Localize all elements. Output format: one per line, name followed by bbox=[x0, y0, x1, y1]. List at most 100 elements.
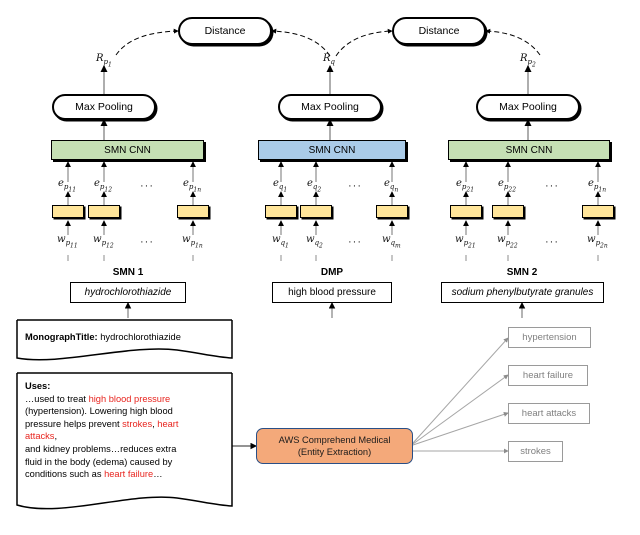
smn-cnn-node-1-label: SMN CNN bbox=[104, 144, 151, 156]
entity-box-heart-failure[interactable]: heart failure bbox=[508, 365, 588, 386]
smn-cnn-node-3[interactable]: SMN CNN bbox=[448, 140, 610, 160]
embedding-box-q2[interactable] bbox=[300, 205, 332, 218]
embedding-box-p21[interactable] bbox=[450, 205, 482, 218]
embedding-label-e-p1n: ep1n bbox=[183, 178, 202, 194]
max-pooling-node-3-label: Max Pooling bbox=[499, 101, 557, 113]
edge-aws-to-hypertension bbox=[412, 337, 509, 444]
uses-line: (hypertension). Lowering high blood bbox=[25, 405, 224, 418]
uses-body: …used to treat high blood pressure (hyper… bbox=[25, 393, 224, 481]
smn-cnn-node-2[interactable]: SMN CNN bbox=[258, 140, 406, 160]
representation-label-rq: Rq bbox=[323, 53, 336, 66]
embedding-label-e-p21: ep21 bbox=[456, 178, 475, 194]
edge-rq-to-distance1 bbox=[271, 28, 331, 57]
embedding-label-e-p11: ep11 bbox=[58, 178, 77, 194]
uses-text: conditions such as bbox=[25, 469, 105, 480]
word-ellipsis-1: ··· bbox=[140, 236, 154, 248]
embedding-label-e-p2n: ep1n bbox=[588, 178, 607, 194]
term-box-smn1[interactable]: hydrochlorothiazide bbox=[70, 282, 186, 303]
uses-line: attacks, bbox=[25, 430, 224, 443]
word-label-w-p12: wp12 bbox=[93, 234, 114, 250]
group-title-dmp: DMP bbox=[320, 267, 344, 278]
smn-cnn-node-1[interactable]: SMN CNN bbox=[51, 140, 204, 160]
uses-document-text: Uses: …used to treat high blood pressure… bbox=[17, 373, 232, 481]
edge-rp2-to-distance2 bbox=[485, 28, 541, 56]
monograph-title-text: MonographTitle: hydrochlorothiazide bbox=[17, 320, 232, 344]
embedding-ellipsis-3: ··· bbox=[545, 180, 559, 192]
representation-label-rp2: Rp2 bbox=[520, 53, 536, 69]
uses-line: pressure helps prevent strokes, heart bbox=[25, 418, 224, 431]
embedding-box-p12[interactable] bbox=[88, 205, 120, 218]
word-label-w-p21: wp21 bbox=[455, 234, 476, 250]
uses-heading: Uses: bbox=[25, 381, 51, 391]
edge-aws-to-heart-attacks bbox=[412, 411, 509, 446]
aws-line-2: (Entity Extraction) bbox=[297, 447, 372, 457]
max-pooling-node-2-label: Max Pooling bbox=[301, 101, 359, 113]
aws-comprehend-medical-node[interactable]: AWS Comprehend Medical (Entity Extractio… bbox=[256, 428, 413, 464]
group-title-smn1: SMN 1 bbox=[112, 267, 144, 278]
embedding-label-e-qn: eqn bbox=[384, 178, 399, 194]
word-label-w-p22: wp22 bbox=[497, 234, 518, 250]
entity-box-strokes-label: strokes bbox=[520, 446, 551, 457]
edge-aws-to-heart-failure bbox=[412, 374, 509, 445]
term-box-dmp-label: high blood pressure bbox=[288, 287, 376, 298]
edge-rq-to-distance2 bbox=[335, 28, 393, 57]
uses-line: fluid in the body (edema) caused by bbox=[25, 456, 224, 469]
term-box-smn2-label: sodium phenylbutyrate granules bbox=[451, 287, 594, 298]
representation-label-rp1: Rp1 bbox=[96, 53, 112, 69]
monograph-field-value: hydrochlorothiazide bbox=[100, 332, 181, 342]
entity-box-heart-attacks[interactable]: heart attacks bbox=[508, 403, 590, 424]
entity-box-hypertension-label: hypertension bbox=[522, 332, 577, 343]
word-label-w-p11: wp11 bbox=[57, 234, 78, 250]
highlighted-entity: attacks bbox=[25, 431, 55, 442]
term-box-smn1-label: hydrochlorothiazide bbox=[84, 287, 172, 298]
uses-text: (hypertension). Lowering high blood bbox=[25, 406, 173, 417]
embedding-box-p11[interactable] bbox=[52, 205, 84, 218]
diagram-canvas: Distance Distance Rp1 Rq Rp2 Max Pooling… bbox=[0, 0, 640, 535]
max-pooling-node-3[interactable]: Max Pooling bbox=[476, 94, 580, 120]
monograph-title-document[interactable]: MonographTitle: hydrochlorothiazide bbox=[17, 320, 232, 360]
max-pooling-node-1-label: Max Pooling bbox=[75, 101, 133, 113]
uses-text: and kidney problems…reduces extra bbox=[25, 443, 177, 454]
embedding-ellipsis-2: ··· bbox=[348, 180, 362, 192]
embedding-box-q1[interactable] bbox=[265, 205, 297, 218]
distance-node-1[interactable]: Distance bbox=[178, 17, 272, 45]
aws-line-1: AWS Comprehend Medical bbox=[278, 435, 391, 445]
embedding-box-p1n[interactable] bbox=[177, 205, 209, 218]
word-label-w-q1: wq1 bbox=[272, 234, 289, 250]
uses-line: and kidney problems…reduces extra bbox=[25, 443, 224, 456]
embedding-box-qn[interactable] bbox=[376, 205, 408, 218]
highlighted-entity: heart bbox=[157, 418, 179, 429]
max-pooling-node-2[interactable]: Max Pooling bbox=[278, 94, 382, 120]
word-ellipsis-3: ··· bbox=[545, 236, 559, 248]
embedding-label-e-p22: ep22 bbox=[498, 178, 517, 194]
term-box-dmp[interactable]: high blood pressure bbox=[272, 282, 392, 303]
monograph-field-label: MonographTitle: bbox=[25, 332, 98, 342]
distance-node-1-label: Distance bbox=[204, 25, 246, 37]
word-label-w-p1n: wp1n bbox=[182, 234, 203, 250]
max-pooling-node-1[interactable]: Max Pooling bbox=[52, 94, 156, 120]
word-label-w-p2n: wp2n bbox=[587, 234, 608, 250]
uses-document[interactable]: Uses: …used to treat high blood pressure… bbox=[17, 373, 232, 508]
word-ellipsis-2: ··· bbox=[348, 236, 362, 248]
embedding-label-e-q1: eq1 bbox=[273, 178, 288, 194]
distance-node-2[interactable]: Distance bbox=[392, 17, 486, 45]
highlighted-entity: heart failure bbox=[104, 469, 154, 480]
embedding-box-p2n[interactable] bbox=[582, 205, 614, 218]
distance-node-2-label: Distance bbox=[418, 25, 460, 37]
embedding-box-p22[interactable] bbox=[492, 205, 524, 218]
highlighted-entity: high blood pressure bbox=[88, 393, 171, 404]
uses-text: … bbox=[153, 469, 163, 480]
embedding-label-e-q2: eq2 bbox=[307, 178, 322, 194]
uses-text: , bbox=[54, 431, 58, 442]
entity-box-strokes[interactable]: strokes bbox=[508, 441, 563, 462]
uses-line: conditions such as heart failure… bbox=[25, 468, 224, 481]
uses-text: fluid in the body (edema) caused by bbox=[25, 456, 173, 467]
smn-cnn-node-3-label: SMN CNN bbox=[505, 144, 553, 156]
term-box-smn2[interactable]: sodium phenylbutyrate granules bbox=[441, 282, 604, 303]
word-label-w-qm: wqm bbox=[382, 234, 401, 250]
highlighted-entity: strokes bbox=[122, 418, 153, 429]
entity-box-hypertension[interactable]: hypertension bbox=[508, 327, 591, 348]
embedding-label-e-p12: ep12 bbox=[94, 178, 113, 194]
smn-cnn-node-2-label: SMN CNN bbox=[308, 144, 356, 156]
embedding-ellipsis-1: ··· bbox=[140, 180, 154, 192]
